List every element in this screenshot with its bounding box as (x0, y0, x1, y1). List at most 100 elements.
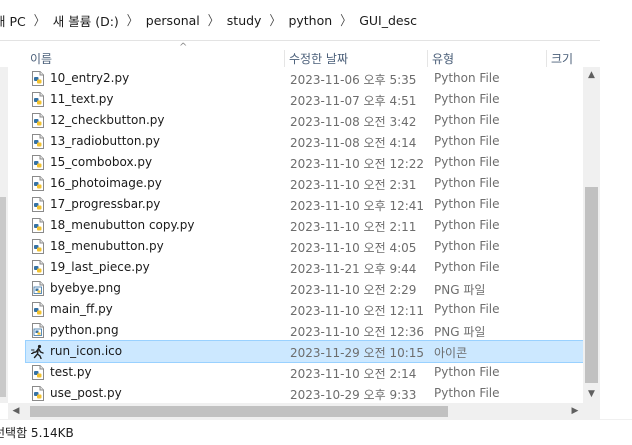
chevron-right-icon[interactable]: 〉 (265, 10, 288, 29)
python-file-icon (31, 386, 45, 401)
file-row[interactable]: run_icon.ico 2023-11-29 오전 10:15 아이콘 (25, 340, 583, 363)
scroll-right-arrow-icon[interactable]: ▶ (567, 403, 583, 419)
file-modified-date: 2023-11-10 오전 2:29 (290, 283, 417, 297)
column-type[interactable]: 유형 (428, 50, 547, 67)
file-name: 16_photoimage.py (50, 176, 162, 190)
file-name: byebye.png (50, 281, 121, 295)
file-modified-date: 2023-11-10 오전 12:22 (290, 157, 425, 171)
breadcrumb-item[interactable]: GUI_desc (359, 13, 421, 28)
file-row[interactable]: python.png 2023-11-10 오전 12:36 PNG 파일 (26, 320, 583, 341)
chevron-right-icon[interactable]: 〉 (30, 10, 53, 29)
breadcrumb-item[interactable]: study (227, 13, 266, 28)
file-type: Python File (434, 71, 500, 85)
file-modified-date: 2023-11-08 오전 4:14 (290, 136, 417, 150)
python-file-icon (31, 197, 45, 212)
horizontal-scroll-thumb[interactable] (30, 406, 448, 417)
python-file-icon (31, 71, 45, 86)
file-type: Python File (434, 386, 500, 400)
file-type: Python File (434, 155, 500, 169)
file-row[interactable]: 10_entry2.py 2023-11-06 오후 5:35 Python Fil… (26, 68, 583, 89)
file-row[interactable]: 11_text.py 2023-11-07 오후 4:51 Python File (26, 89, 583, 110)
python-file-icon (31, 239, 45, 254)
chevron-right-icon[interactable]: 〉 (204, 10, 227, 29)
file-name: use_post.py (50, 386, 122, 400)
column-name-label: 이름 (30, 52, 53, 66)
column-size-label: 크기 (551, 52, 574, 66)
file-row[interactable]: 13_radiobutton.py 2023-11-08 오전 4:14 Pytho… (26, 131, 583, 152)
file-modified-date: 2023-11-10 오전 12:36 (290, 325, 425, 339)
sort-ascending-icon: ^ (179, 42, 188, 53)
file-modified-date: 2023-11-06 오후 5:35 (290, 73, 417, 87)
file-row[interactable]: 17_progressbar.py 2023-11-10 오후 12:41 Pyth… (26, 194, 583, 215)
file-name: 18_menubutton copy.py (50, 218, 195, 232)
file-modified-date: 2023-11-21 오후 9:44 (290, 262, 417, 276)
file-row[interactable]: byebye.png 2023-11-10 오전 2:29 PNG 파일 (26, 278, 583, 299)
file-type: Python File (434, 134, 500, 148)
file-name: 12_checkbutton.py (50, 113, 165, 127)
file-name: 11_text.py (50, 92, 114, 106)
scroll-up-arrow-icon[interactable]: ▲ (583, 67, 600, 84)
python-file-icon (31, 176, 45, 191)
chevron-right-icon[interactable]: 〉 (123, 10, 146, 29)
vertical-scrollbar[interactable]: ▲ ▼ (583, 67, 600, 403)
file-type: PNG 파일 (434, 325, 486, 339)
column-type-label: 유형 (432, 52, 455, 66)
chevron-right-icon[interactable]: 〉 (336, 10, 359, 29)
file-row[interactable]: 15_combobox.py 2023-11-10 오전 12:22 Python … (26, 152, 583, 173)
file-name: python.png (50, 323, 119, 337)
file-name: 15_combobox.py (50, 155, 153, 169)
file-modified-date: 2023-11-10 오전 12:11 (290, 304, 425, 318)
file-modified-date: 2023-10-29 오후 9:33 (290, 388, 417, 402)
file-name: 13_radiobutton.py (50, 134, 160, 148)
file-type: Python File (434, 113, 500, 127)
file-name: 18_menubutton.py (50, 239, 164, 253)
python-file-icon (31, 365, 45, 380)
file-name: 17_progressbar.py (50, 197, 161, 211)
file-type: Python File (434, 92, 500, 106)
breadcrumb-item[interactable]: personal (146, 13, 204, 28)
horizontal-scrollbar[interactable]: ◀ ▶ (8, 403, 583, 419)
file-type: Python File (434, 239, 500, 253)
file-type: 아이콘 (434, 346, 468, 360)
scroll-left-arrow-icon[interactable]: ◀ (8, 403, 24, 419)
file-modified-date: 2023-11-10 오전 2:11 (290, 220, 417, 234)
file-modified-date: 2023-11-10 오전 2:14 (290, 367, 417, 381)
column-size[interactable]: 크기 (547, 50, 597, 67)
python-file-icon (31, 302, 45, 317)
details-pane (600, 40, 632, 419)
python-file-icon (31, 113, 45, 128)
address-bar[interactable]: 내 PC〉새 볼륨 (D:)〉personal〉study〉python〉GUI… (0, 0, 632, 41)
png-file-icon (31, 323, 45, 338)
file-type: Python File (434, 218, 500, 232)
file-modified-date: 2023-11-08 오전 3:42 (290, 115, 417, 129)
file-row[interactable]: 18_menubutton copy.py 2023-11-10 오전 2:11 P… (26, 215, 583, 236)
scroll-down-arrow-icon[interactable]: ▼ (583, 386, 600, 403)
python-file-icon (31, 218, 45, 233)
file-type: Python File (434, 365, 500, 379)
column-modified[interactable]: 수정한 날짜 (285, 50, 428, 67)
file-row[interactable]: 12_checkbutton.py 2023-11-08 오전 3:42 Pytho… (26, 110, 583, 131)
file-type: PNG 파일 (434, 283, 486, 297)
file-name: 10_entry2.py (50, 71, 130, 85)
breadcrumb-item[interactable]: python (288, 13, 336, 28)
column-name[interactable]: 이름 ^ (26, 42, 285, 67)
file-type: Python File (434, 197, 500, 211)
file-name: test.py (50, 365, 92, 379)
breadcrumb-item[interactable]: 새 볼륨 (D:) (53, 11, 123, 30)
file-type: Python File (434, 302, 500, 316)
file-row[interactable]: 19_last_piece.py 2023-11-21 오후 9:44 Python… (26, 257, 583, 278)
python-file-icon (31, 260, 45, 275)
file-name: 19_last_piece.py (50, 260, 150, 274)
file-list: 10_entry2.py 2023-11-06 오후 5:35 Python Fil… (0, 67, 583, 403)
file-modified-date: 2023-11-10 오전 4:05 (290, 241, 417, 255)
png-file-icon (31, 281, 45, 296)
vertical-scroll-thumb[interactable] (585, 187, 598, 383)
file-row[interactable]: 16_photoimage.py 2023-11-10 오전 2:31 Python… (26, 173, 583, 194)
file-row[interactable]: 18_menubutton.py 2023-11-10 오전 4:05 Python… (26, 236, 583, 257)
file-row[interactable]: main_ff.py 2023-11-10 오전 12:11 Python File (26, 299, 583, 320)
file-row[interactable]: use_post.py 2023-10-29 오후 9:33 Python File (26, 383, 583, 403)
breadcrumb-item[interactable]: 내 PC (0, 11, 30, 30)
file-row[interactable]: test.py 2023-11-10 오전 2:14 Python File (26, 362, 583, 383)
scrollbar-corner (583, 403, 600, 419)
file-name: run_icon.ico (50, 344, 123, 358)
